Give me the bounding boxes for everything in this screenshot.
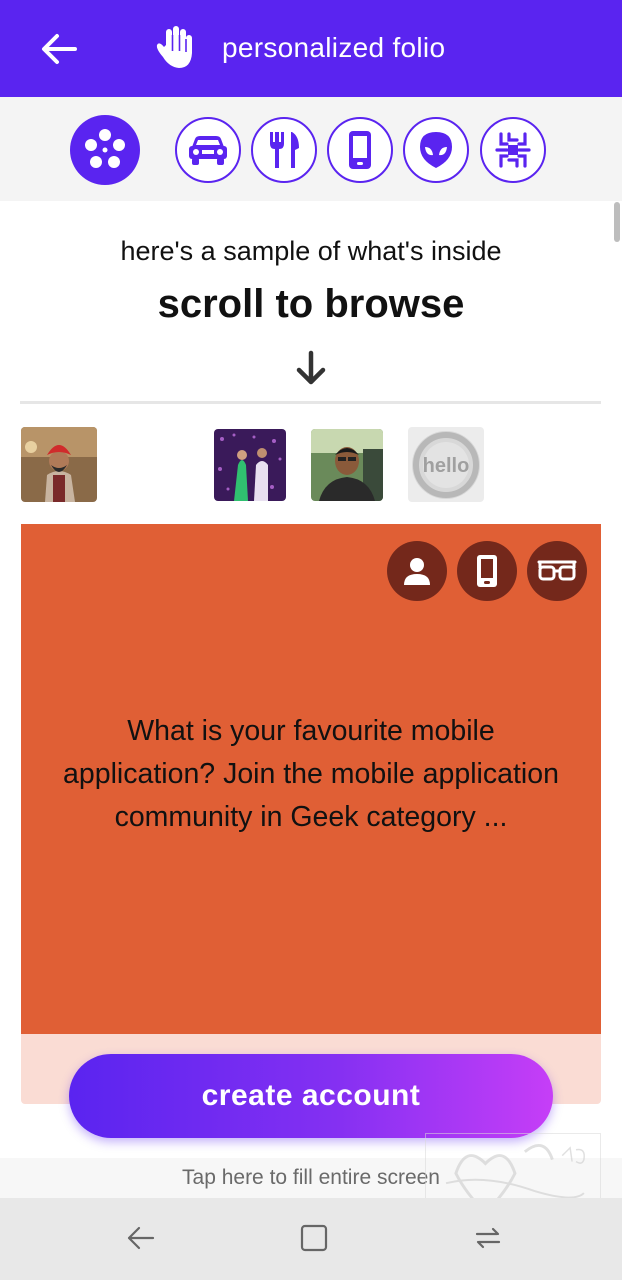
avatar-man-car[interactable] [311, 429, 383, 501]
alien-icon [420, 132, 452, 168]
circuit-chip-icon [495, 132, 531, 168]
nav-home-button[interactable] [294, 1218, 334, 1258]
avatar-man-turban[interactable] [21, 427, 97, 502]
category-car[interactable] [175, 117, 241, 183]
card-person-button[interactable] [387, 541, 447, 601]
car-icon [189, 136, 227, 165]
category-film[interactable] [70, 115, 140, 185]
back-arrow-icon [127, 1226, 155, 1250]
avatar-couple-lights[interactable] [214, 429, 286, 501]
nav-recents-button[interactable] [468, 1218, 508, 1258]
card-question-text: What is your favourite mobile applicatio… [63, 715, 559, 833]
category-alien[interactable] [403, 117, 469, 183]
category-strip [0, 97, 622, 201]
avatar-hello-badge[interactable]: hello [408, 427, 484, 502]
nav-back-button[interactable] [120, 1218, 160, 1258]
wave-hand-icon [156, 26, 192, 68]
recent-apps-icon [475, 1227, 501, 1249]
app-title: personalized folio [222, 32, 446, 63]
mobile-phone-icon [477, 555, 497, 587]
app-bar: personalized folio [0, 0, 622, 97]
category-mobile[interactable] [327, 117, 393, 183]
divider [20, 401, 601, 404]
geek-glasses-icon [537, 560, 577, 581]
film-reel-icon [85, 129, 125, 168]
down-arrow-icon [296, 350, 326, 385]
card-mobile-button[interactable] [457, 541, 517, 601]
sample-heading: here's a sample of what's inside [120, 236, 502, 266]
create-account-button[interactable]: create account [69, 1054, 553, 1138]
system-nav-bar [0, 1198, 622, 1280]
back-button[interactable] [34, 26, 84, 72]
square-home-icon [300, 1224, 328, 1252]
back-arrow-icon [42, 34, 77, 64]
category-tech[interactable] [480, 117, 546, 183]
mobile-phone-icon [349, 131, 371, 169]
fork-knife-icon [270, 132, 299, 168]
person-icon [404, 558, 430, 585]
card-geek-button[interactable] [527, 541, 587, 601]
category-food[interactable] [251, 117, 317, 183]
hello-label: hello [423, 455, 470, 477]
browse-heading: scroll to browse [157, 282, 465, 326]
